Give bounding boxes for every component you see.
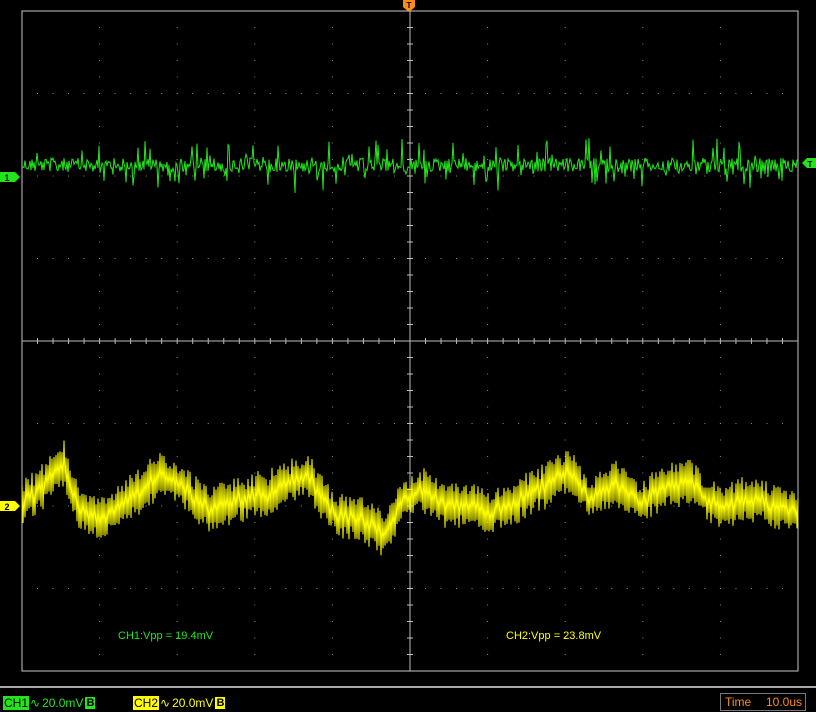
ch1-bandwidth-limit-badge: B bbox=[85, 697, 96, 709]
ch2-bandwidth-limit-badge: B bbox=[215, 697, 226, 709]
ch2-vpp-measurement: CH2:Vpp = 23.8mV bbox=[506, 630, 602, 642]
ch2-label: CH2 bbox=[133, 696, 160, 710]
svg-text:T: T bbox=[808, 160, 813, 169]
ch1-ground-marker[interactable]: 1 bbox=[0, 172, 20, 183]
svg-text:T: T bbox=[407, 1, 412, 10]
svg-text:1: 1 bbox=[4, 173, 9, 183]
status-bar: CH1 ∿ 20.0mV B CH2 ∿ 20.0mV B Time 10.0u… bbox=[0, 686, 816, 712]
ch2-ground-marker[interactable]: 2 bbox=[0, 501, 20, 512]
ch1-label: CH1 bbox=[3, 696, 30, 710]
ch1-scale: 20.0mV bbox=[42, 696, 84, 710]
oscilloscope-display: T 1 T 2 CH1:Vpp = 19.4mV CH2:Vpp = 23.8m… bbox=[0, 0, 816, 686]
graticule-grid bbox=[21, 10, 799, 672]
ch2-settings[interactable]: CH2 ∿ 20.0mV B bbox=[133, 695, 226, 711]
timebase-value: 10.0us bbox=[765, 695, 802, 709]
svg-text:2: 2 bbox=[4, 502, 9, 512]
trigger-level-marker[interactable]: T bbox=[802, 158, 816, 169]
ch1-settings[interactable]: CH1 ∿ 20.0mV B bbox=[3, 695, 96, 711]
ch2-scale: 20.0mV bbox=[172, 696, 214, 710]
ch1-vpp-measurement: CH1:Vpp = 19.4mV bbox=[118, 630, 214, 642]
timebase-readout[interactable]: Time 10.0us bbox=[720, 693, 806, 711]
waveform-canvas: T 1 T 2 CH1:Vpp = 19.4mV CH2:Vpp = 23.8m… bbox=[0, 0, 816, 672]
ac-coupling-icon: ∿ bbox=[160, 696, 171, 710]
timebase-label: Time bbox=[725, 695, 752, 709]
ac-coupling-icon: ∿ bbox=[30, 696, 41, 710]
trigger-position-marker[interactable]: T bbox=[403, 0, 415, 12]
